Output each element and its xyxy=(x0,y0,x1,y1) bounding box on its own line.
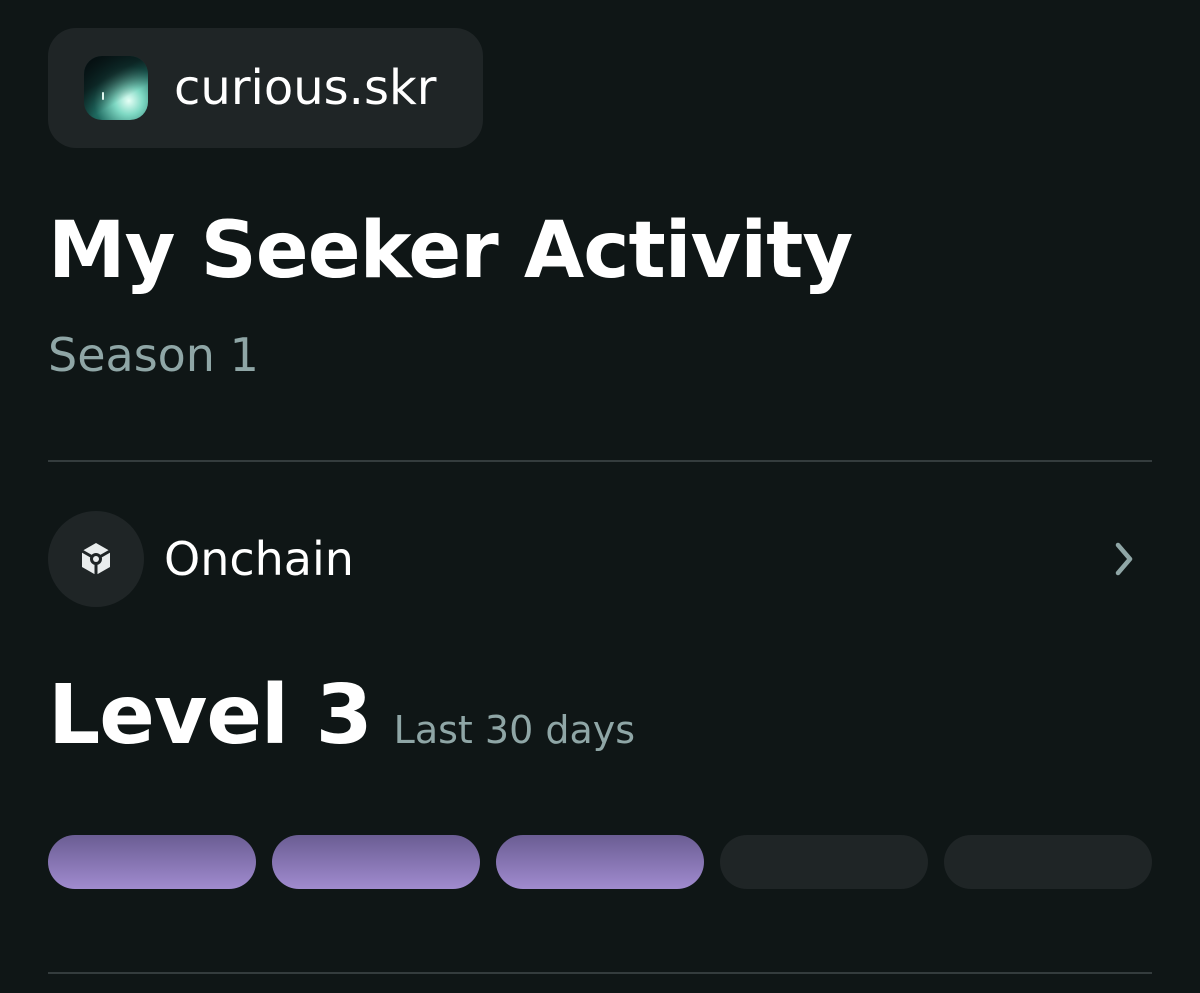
level-segment-empty xyxy=(720,835,928,889)
level-period: Last 30 days xyxy=(393,708,636,752)
chevron-right-icon[interactable] xyxy=(1104,539,1144,579)
category-label: Onchain xyxy=(164,532,354,586)
season-label: Season 1 xyxy=(48,328,259,382)
divider xyxy=(48,460,1152,462)
level-title: Level 3 xyxy=(48,668,373,763)
page-title: My Seeker Activity xyxy=(48,206,853,296)
level-segment-empty xyxy=(944,835,1152,889)
onchain-row[interactable]: Onchain xyxy=(48,510,1152,608)
level-header: Level 3 Last 30 days xyxy=(48,668,635,763)
level-segment-filled xyxy=(496,835,704,889)
level-segment-filled xyxy=(272,835,480,889)
account-name: curious.skr xyxy=(174,60,437,116)
level-progress-bar xyxy=(48,835,1152,889)
seeker-activity-page: curious.skr My Seeker Activity Season 1 … xyxy=(0,0,1200,993)
divider xyxy=(48,972,1152,974)
level-segment-filled xyxy=(48,835,256,889)
account-chip[interactable]: curious.skr xyxy=(48,28,483,148)
cube-icon xyxy=(48,511,144,607)
avatar xyxy=(84,56,148,120)
